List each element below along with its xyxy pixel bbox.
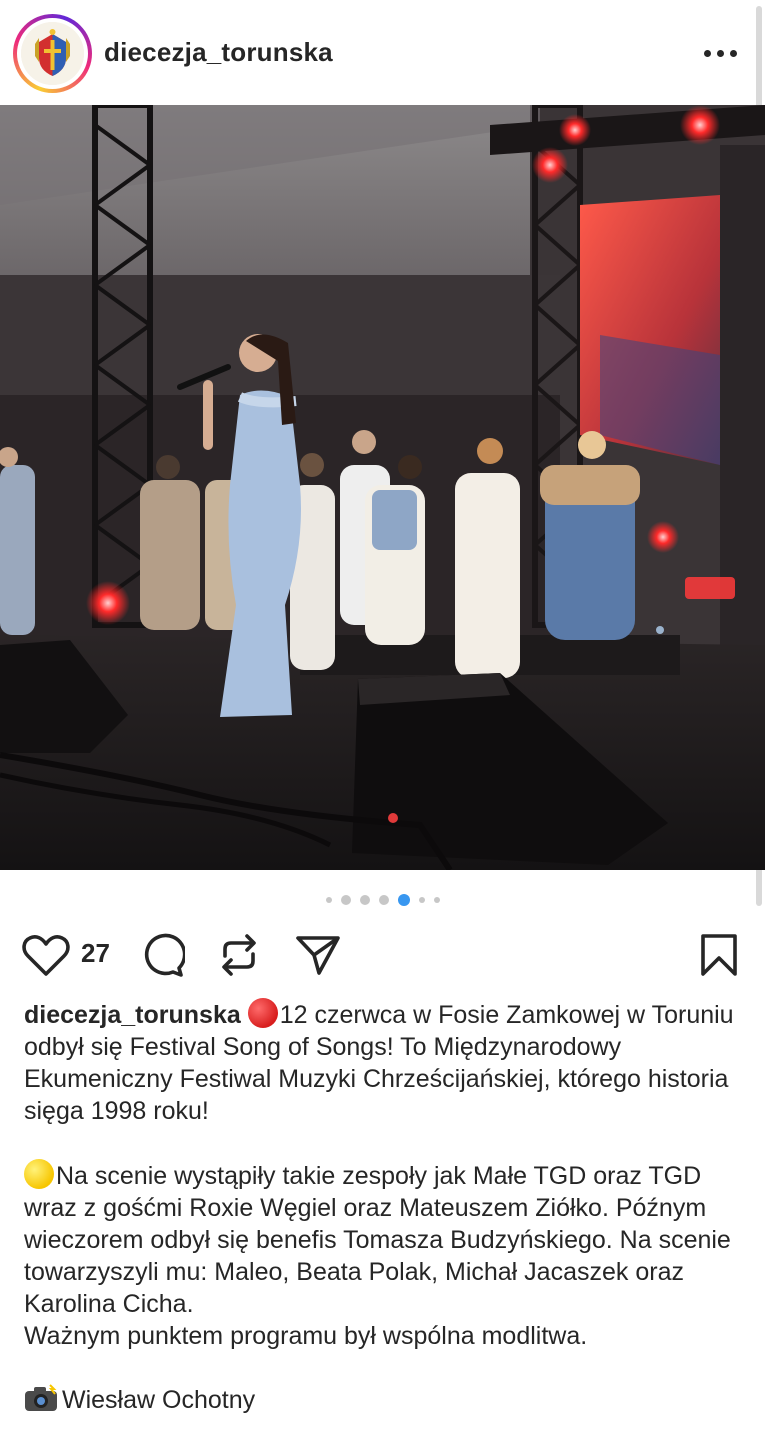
carousel-dot [418,897,425,903]
photo-credit: Wiesław Ochotny [62,1386,256,1414]
header-username[interactable]: diecezja_torunska [104,37,333,68]
concert-stage-image [0,105,765,870]
repost-icon[interactable] [214,930,264,980]
carousel-dot [378,895,389,905]
red-circle-icon [247,998,278,1028]
comment-icon[interactable] [137,930,187,980]
caption-paragraph-2: Na scenie wystąpiły takie zespoły jak Ma… [24,1159,744,1320]
avatar[interactable] [21,22,84,85]
story-ring[interactable] [13,14,92,93]
avatar-border [17,18,88,89]
yellow-circle-icon [24,1159,54,1189]
bookmark-icon[interactable] [694,930,744,980]
caption-text-2: Na scenie wystąpiły takie zespoły jak Ma… [24,1162,731,1318]
carousel-dot [340,895,351,905]
post-photo[interactable] [0,105,765,870]
carousel-indicator [0,892,765,908]
more-dot [729,49,737,57]
coat-of-arms-icon [21,22,84,85]
more-dot [703,49,711,57]
more-dot [716,49,724,57]
carousel-dot [325,897,332,903]
more-options-icon[interactable] [700,40,740,66]
carousel-dot-active [397,894,410,906]
carousel-dot [359,895,370,905]
heart-icon[interactable] [21,930,71,980]
caption-paragraph-1: diecezja_torunska 12 czerwca w Fosie Zam… [24,998,744,1127]
likes-count[interactable]: 27 [81,938,110,969]
caption-paragraph-3: Ważnym punktem programu był wspólna modl… [24,1322,588,1350]
camera-flash-icon [25,1384,57,1411]
send-icon[interactable] [293,930,343,980]
caption-username[interactable]: diecezja_torunska [24,1001,241,1029]
action-bar: 27 [0,925,765,985]
caption-credit: Wiesław Ochotny [24,1384,744,1416]
post-caption: diecezja_torunska 12 czerwca w Fosie Zam… [24,998,744,1416]
post-header: diecezja_torunska [0,0,765,105]
carousel-dot [433,897,440,903]
